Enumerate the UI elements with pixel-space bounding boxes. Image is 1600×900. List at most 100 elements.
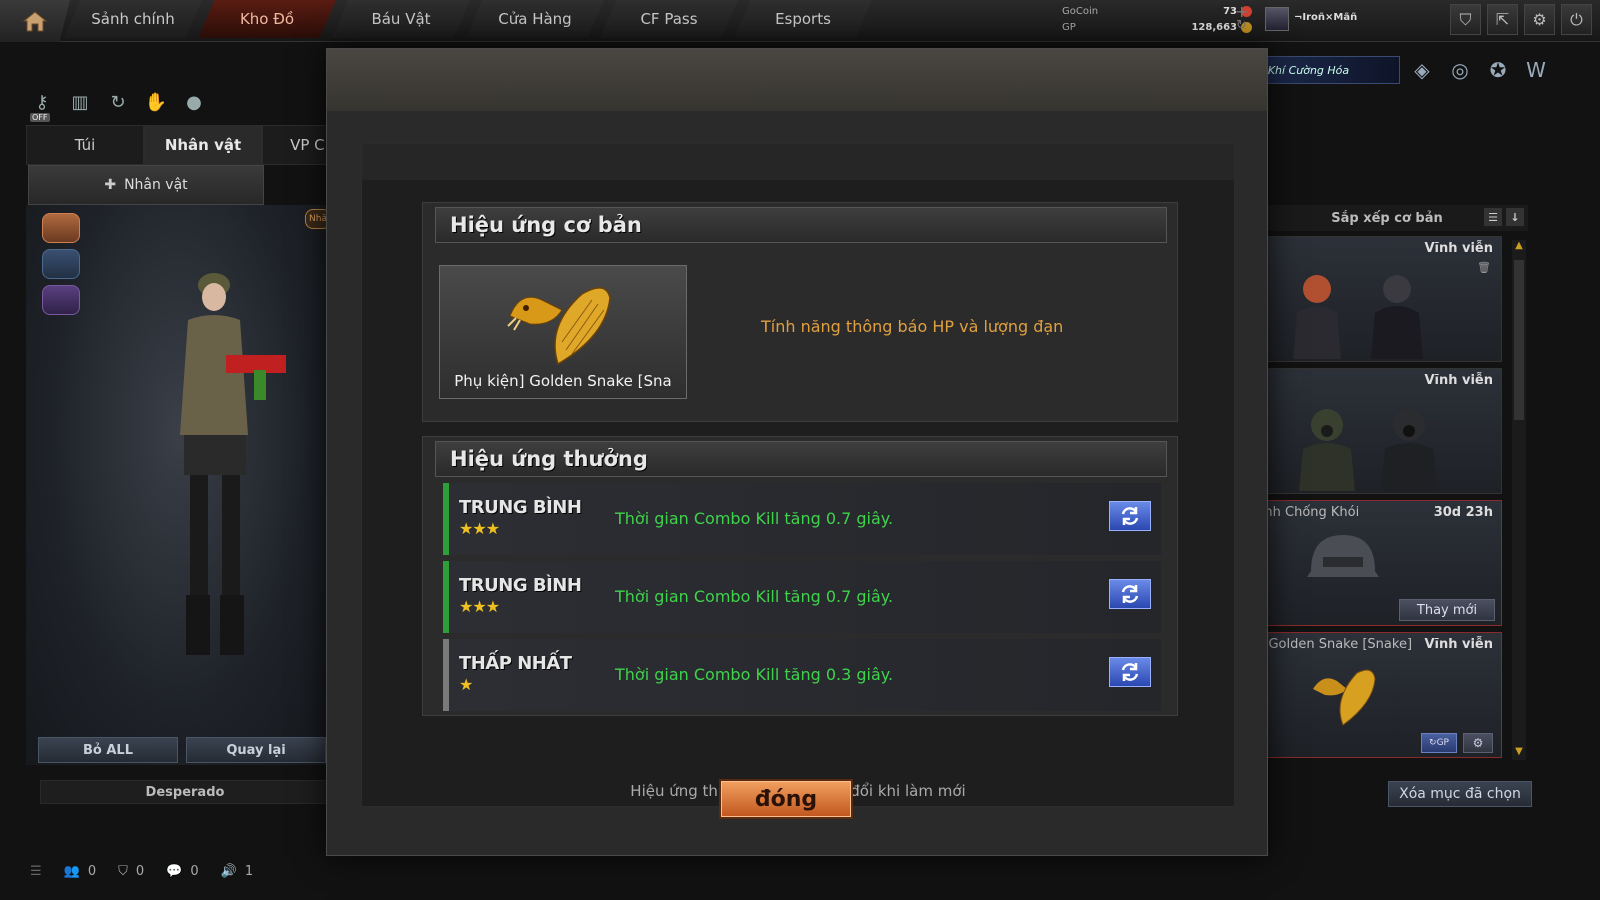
gear-icon[interactable]: ⚙ <box>1524 4 1555 35</box>
character-preview: Nhâ <box>26 205 331 765</box>
rotate-icon[interactable]: ↻ <box>106 90 130 114</box>
gp-refresh-button[interactable]: ↻ GP <box>1421 733 1457 753</box>
toggle-icon[interactable]: ⚷ OFF <box>30 90 54 122</box>
emblem-icon[interactable]: ◈ <box>1408 56 1436 84</box>
globe-icon[interactable]: ◎ <box>1446 56 1474 84</box>
bonus-effect-row: TRUNG BÌNH ★★★ Thời gian Combo Kill tăng… <box>443 561 1161 633</box>
card-name: n] Golden Snake [Snake] <box>1251 637 1413 652</box>
unequip-all-button[interactable]: Bỏ ALL <box>38 737 178 763</box>
trash-icon[interactable]: 🗑 <box>1477 261 1491 274</box>
reroll-button[interactable] <box>1109 657 1151 687</box>
status-count-1: 0 <box>87 863 97 879</box>
inventory-card[interactable]: Hình Chống Khói 30d 23h ido Thay mới <box>1246 500 1502 626</box>
tab-cf-pass[interactable]: CF Pass <box>600 0 738 38</box>
weapon-enhance-banner[interactable]: W Khí Cường Hóa <box>1248 56 1400 84</box>
team-badge-icon[interactable] <box>42 249 80 279</box>
status-count-2: 0 <box>135 863 145 879</box>
power-icon[interactable]: ⏻ <box>1561 4 1592 35</box>
wing-badge-icon[interactable] <box>42 285 80 315</box>
inventory-scrollbar[interactable]: ▲ ▼ <box>1512 240 1526 760</box>
shield-icon[interactable]: ⛉ <box>1450 4 1481 35</box>
wing-logo-icon[interactable]: W <box>1522 56 1550 84</box>
dialog-header <box>327 49 1267 111</box>
scroll-thumb[interactable] <box>1514 260 1524 420</box>
tab-shop[interactable]: Cửa Hàng <box>466 0 604 38</box>
home-button[interactable] <box>0 0 70 42</box>
off-badge: OFF <box>30 113 50 122</box>
go-back-button[interactable]: Quay lại <box>186 737 326 763</box>
bonus-effect-row: TRUNG BÌNH ★★★ Thời gian Combo Kill tăng… <box>443 483 1161 555</box>
stats-icon[interactable]: ▥ <box>68 90 92 114</box>
avatar[interactable] <box>1265 7 1289 31</box>
gp-tag: GP <box>1436 738 1449 748</box>
gp-value: 128,663 <box>1191 22 1237 33</box>
character-subtab-label: Nhân vật <box>124 177 188 193</box>
left-bottom-buttons: Bỏ ALL Quay lại <box>38 737 326 763</box>
status-count-4: 1 <box>244 863 254 879</box>
inventory-card[interactable]: Vĩnh viễn 🗑 <box>1246 236 1502 362</box>
clear-selected-button[interactable]: Xóa mục đã chọn <box>1388 781 1532 807</box>
refresh-currency-icon[interactable]: ↻ <box>1236 18 1247 33</box>
tool-icons: ⚷ OFF ▥ ↻ ✋ ● <box>30 90 206 122</box>
tab-esports[interactable]: Esports <box>734 0 872 38</box>
bonus-effect-row: THẤP NHẤT ★ Thời gian Combo Kill tăng 0.… <box>443 639 1161 711</box>
sort-down-icon[interactable]: ↓ <box>1506 208 1524 226</box>
bonus-effect-section: Hiệu ứng thưởng TRUNG BÌNH ★★★ Thời gian… <box>422 436 1178 716</box>
list-icon[interactable]: ☰ <box>30 864 42 879</box>
top-right-icons: ⛉ ⇱ ⚙ ⏻ <box>1450 4 1592 35</box>
username: ¬Iroñ×Mãñ <box>1294 12 1358 23</box>
currency-panel: GoCoin 73 GP 128,663 <box>1062 4 1252 36</box>
tab-lobby[interactable]: Sảnh chính <box>64 0 202 38</box>
status-count-3: 0 <box>190 863 199 879</box>
pose-icon[interactable]: ✋ <box>144 90 168 114</box>
star-rating-icon: ★ <box>459 675 473 694</box>
character-badge-text: Nhâ <box>309 214 327 224</box>
dialog-title-strip <box>362 144 1234 180</box>
tab-bag[interactable]: Túi <box>26 125 144 165</box>
refresh-icon <box>1121 585 1139 603</box>
card-settings-button[interactable]: ⚙ <box>1463 733 1493 753</box>
gocoin-label: GoCoin <box>1062 6 1099 17</box>
shield-small-icon: ⛉ <box>118 863 128 879</box>
reroll-button[interactable] <box>1109 579 1151 609</box>
scroll-up-icon[interactable]: ▲ <box>1512 240 1526 254</box>
speaker-icon[interactable]: 🔊 <box>221 864 237 879</box>
sort-bar[interactable]: Sắp xếp cơ bản ☰ ↓ <box>1246 205 1528 231</box>
tier-label: TRUNG BÌNH <box>459 497 582 518</box>
gasmask-soldiers-image <box>1299 409 1437 491</box>
scroll-down-icon[interactable]: ▼ <box>1512 746 1526 760</box>
character-pair-image <box>1293 275 1423 359</box>
preset-name[interactable]: Desperado <box>40 780 330 804</box>
inventory-card[interactable]: 0 Vĩnh viễn <box>1246 368 1502 494</box>
close-button[interactable]: đóng <box>719 779 853 819</box>
renew-button[interactable]: Thay mới <box>1399 599 1495 621</box>
item-preview: Phụ kiện] Golden Snake [Sna <box>439 265 687 399</box>
basic-effect-section: Hiệu ứng cơ bản Phụ kiện] Golden Snake [… <box>422 202 1178 422</box>
list-view-icon[interactable]: ☰ <box>1484 208 1502 226</box>
character-subtab[interactable]: ✚ Nhân vật <box>28 165 264 205</box>
bonus-effect-text: Thời gian Combo Kill tăng 0.3 giây. <box>615 665 894 684</box>
gp-label: GP <box>1062 22 1076 33</box>
golden-snake-icon <box>507 287 611 366</box>
tab-inventory[interactable]: Kho Đồ <box>198 0 336 38</box>
eagle-badge-icon[interactable] <box>42 213 80 243</box>
refresh-icon <box>1121 507 1139 525</box>
inventory-card[interactable]: n] Golden Snake [Snake] Vĩnh viễn ↻ GP ⚙ <box>1246 632 1502 758</box>
basic-effect-text: Tính năng thông báo HP và lượng đạn <box>761 317 1064 336</box>
item-name-label: Phụ kiện] Golden Snake [Sna <box>454 372 672 390</box>
add-character-icon: ✚ <box>104 177 117 193</box>
chat-icon: 💬 <box>166 863 183 879</box>
tab-character[interactable]: Nhân vật <box>144 125 262 165</box>
exit-icon[interactable]: ⇱ <box>1487 4 1518 35</box>
reroll-button[interactable] <box>1109 501 1151 531</box>
bonus-effect-title: Hiệu ứng thưởng <box>435 441 1167 477</box>
card-duration: Vĩnh viễn <box>1424 373 1493 388</box>
basic-effect-title: Hiệu ứng cơ bản <box>435 207 1167 243</box>
golden-snake-image <box>1313 669 1376 726</box>
grenade-icon[interactable]: ● <box>182 90 206 114</box>
tab-treasure[interactable]: Báu Vật <box>332 0 470 38</box>
star-rating-icon: ★★★ <box>459 597 500 616</box>
crest-icon[interactable]: ✪ <box>1484 56 1512 84</box>
character-model <box>180 273 286 655</box>
dialog-body: Hiệu ứng cơ bản Phụ kiện] Golden Snake [… <box>361 143 1235 807</box>
